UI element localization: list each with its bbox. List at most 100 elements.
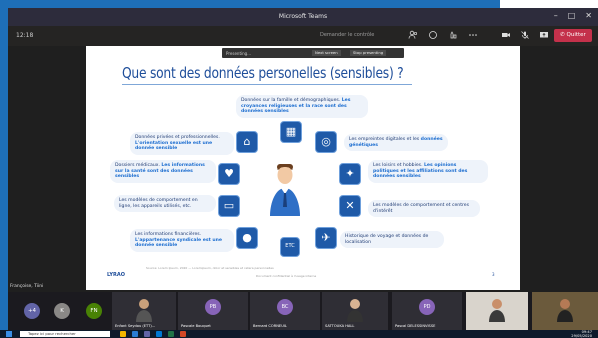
powerpoint-icon[interactable] <box>180 331 186 337</box>
participant-name: SATTOUKA HALL <box>325 324 355 328</box>
camera-icon[interactable] <box>501 30 511 40</box>
presenter-name: Françoise, Tiini <box>10 284 44 289</box>
item-emphasis: L'orientation sexuelle est une donnée se… <box>135 140 213 152</box>
screen: Microsoft Teams – □ ✕ 12:18 Demander le … <box>0 0 598 338</box>
heart-icon: ♥ <box>218 163 240 185</box>
participant-avatar: BC <box>277 299 293 315</box>
chat-icon[interactable] <box>428 30 438 40</box>
edge-icon[interactable] <box>156 331 162 337</box>
participant-avatar-fn[interactable]: FN <box>86 303 102 319</box>
window-title: Microsoft Teams <box>278 13 328 20</box>
shared-slide: Que sont des données personelles (sensib… <box>86 46 520 290</box>
item-text: Les informations financières. <box>135 232 202 237</box>
more-options-icon[interactable] <box>468 30 478 40</box>
maximize-button[interactable]: □ <box>568 11 576 20</box>
item-family-data: Données sur la famille et démographiques… <box>236 95 368 118</box>
participant-tile[interactable]: Enfant Seydou (ETT)... <box>112 292 176 330</box>
participant-video <box>489 299 505 322</box>
item-online-behaviour: Les modèles de comportement en ligne, le… <box>114 195 216 213</box>
item-text: Les empreintes digitales et les <box>349 137 421 142</box>
participant-name: Pascale Bouquet <box>181 324 211 328</box>
etc-badge: ETC <box>280 237 300 257</box>
home-icon: ⌂ <box>236 131 258 153</box>
windows-start-icon[interactable] <box>6 331 12 337</box>
participant-tile[interactable]: BC Bernard CORNEUIL <box>250 292 320 330</box>
clock-date: 29/05/2020 <box>571 334 592 338</box>
item-fingerprint-data: Les empreintes digitales et les données … <box>344 134 448 152</box>
toolbar-icons <box>408 30 478 40</box>
reactions-icon[interactable] <box>448 30 458 40</box>
item-medical-data: Dossiers médicaux. Les informations sur … <box>110 160 216 183</box>
meeting-timer: 12:18 <box>16 32 34 39</box>
participant-video <box>136 299 152 322</box>
item-text: Les loisirs et hobbies. <box>373 163 424 168</box>
file-explorer-icon[interactable] <box>120 331 126 337</box>
item-text: Données privées et professionnelles. <box>135 135 220 140</box>
gamepad-icon: ✦ <box>339 163 361 185</box>
participants-icon[interactable] <box>408 30 418 40</box>
stop-presenting-button[interactable]: Stop presenting <box>350 50 387 56</box>
slide-title: Que sont des données personelles (sensib… <box>122 64 404 82</box>
title-bar: Microsoft Teams – □ ✕ <box>8 8 598 26</box>
item-text: Les modèles de comportement et centres d… <box>373 203 470 214</box>
item-text: Les modèles de comportement en ligne, le… <box>119 198 198 209</box>
airplane-icon: ✈ <box>315 227 337 249</box>
participant-tile[interactable]: PB Pascale Bouquet <box>178 292 248 330</box>
taskbar-search-input[interactable]: Tapez ici pour rechercher <box>20 331 110 337</box>
participant-tile[interactable]: PD Pascal DELESSINVISSE <box>392 292 462 330</box>
participant-video <box>557 299 573 322</box>
share-screen-icon[interactable] <box>539 30 549 40</box>
item-travel-data: Historique de voyage et données de local… <box>340 231 444 249</box>
participant-name: Pascal DELESSINVISSE <box>395 324 436 328</box>
teams-icon[interactable] <box>144 331 150 337</box>
slide-footnote: Source: Lorem Ipsum, 2020 — Loremipsum, … <box>146 266 274 270</box>
participant-tile[interactable]: SATTOUKA HALL <box>322 292 388 330</box>
window-controls: – □ ✕ <box>554 11 592 20</box>
participant-video <box>347 299 363 322</box>
overflow-participants-button[interactable]: +4 <box>24 303 40 319</box>
meeting-toolbar: 12:18 Demander le contrôle ✆ Quitter <box>8 26 598 46</box>
taskbar-apps <box>120 331 186 337</box>
calendar-icon: ▦ <box>280 121 302 143</box>
excel-icon[interactable] <box>168 331 174 337</box>
desktop-background-right <box>500 0 598 8</box>
participant-avatar: PB <box>205 299 221 315</box>
tools-icon: ✕ <box>339 195 361 217</box>
fingerprint-icon: ◎ <box>315 131 337 153</box>
participant-avatar-k[interactable]: K <box>54 303 70 319</box>
windows-taskbar: Tapez ici pour rechercher 09:47 29/05/20… <box>0 330 598 338</box>
item-text: Dossiers médicaux. <box>115 163 162 168</box>
item-text: Historique de voyage et données de local… <box>345 234 429 245</box>
request-control-button[interactable]: Demander le contrôle <box>320 32 374 38</box>
participant-tile[interactable] <box>466 292 528 330</box>
leave-meeting-button[interactable]: ✆ Quitter <box>554 29 592 42</box>
person-icon <box>270 164 300 216</box>
participant-tile[interactable] <box>532 292 598 330</box>
minimize-button[interactable]: – <box>554 11 558 20</box>
media-controls <box>501 30 549 40</box>
laptop-icon: ▭ <box>218 195 240 217</box>
participant-name: Enfant Seydou (ETT)... <box>115 324 156 328</box>
desktop-background-left <box>0 8 8 330</box>
item-emphasis: L'appartenance syndicale est une donnée … <box>135 237 223 249</box>
item-behaviour-interests: Les modèles de comportement et centres d… <box>368 200 480 218</box>
leave-label: Quitter <box>566 32 586 38</box>
slide-copyright: Document confidentiel à l'usage interne <box>256 274 317 278</box>
title-underline <box>122 84 412 85</box>
company-logo: LYRAO <box>107 272 125 278</box>
presenting-label: Presenting... <box>226 51 252 56</box>
slide-page-number: 3 <box>492 272 495 277</box>
piggy-bank-icon: ● <box>236 227 258 249</box>
item-financial-data: Les informations financières. L'apparten… <box>130 229 234 252</box>
taskbar-clock[interactable]: 09:47 29/05/2020 <box>571 330 592 338</box>
next-screen-button[interactable]: Next screen <box>312 50 341 56</box>
participant-name: Bernard CORNEUIL <box>253 324 287 328</box>
item-hobbies-data: Les loisirs et hobbies. Les opinions pol… <box>368 160 488 183</box>
outlook-icon[interactable] <box>132 331 138 337</box>
presenting-bar: Presenting... Next screen Stop presentin… <box>222 48 404 58</box>
microphone-icon[interactable] <box>520 30 530 40</box>
participant-avatar: PD <box>419 299 435 315</box>
close-button[interactable]: ✕ <box>585 11 592 20</box>
item-private-data: Données privées et professionnelles. L'o… <box>130 132 234 155</box>
item-text: Données sur la famille et démographiques… <box>241 98 342 103</box>
